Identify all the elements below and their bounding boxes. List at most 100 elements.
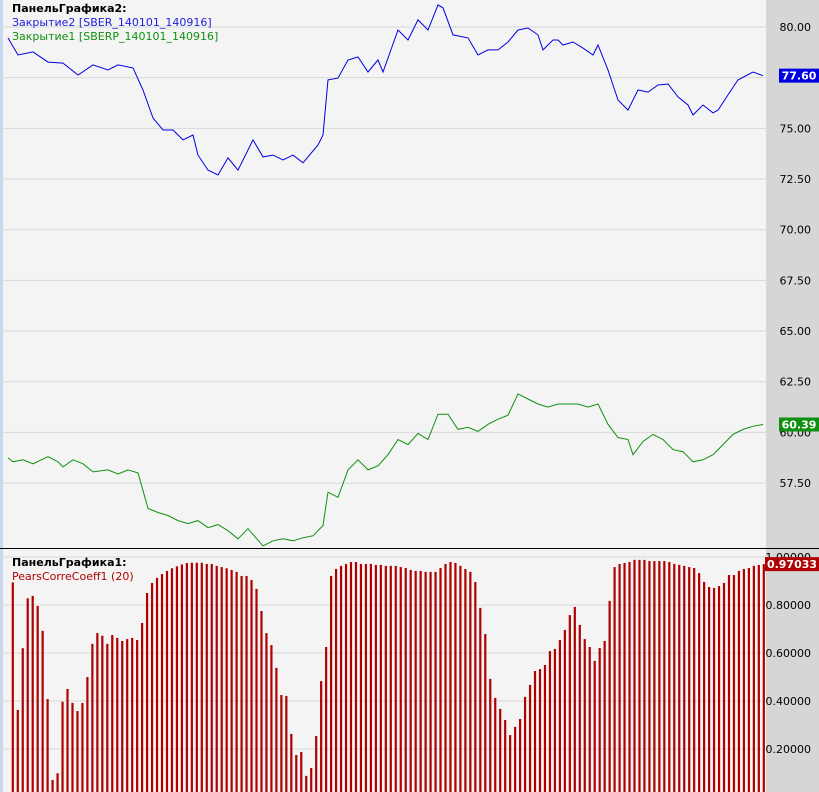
correlation-bar	[484, 634, 487, 792]
correlation-bar	[623, 563, 626, 792]
correlation-bar	[136, 640, 139, 792]
correlation-bar	[688, 567, 691, 792]
correlation-bar	[106, 643, 109, 792]
correlation-bar	[369, 563, 372, 792]
correlation-bar	[678, 564, 681, 792]
last-value-text: 0.97033	[767, 558, 817, 571]
correlation-bar	[518, 719, 522, 792]
correlation-bar	[752, 565, 755, 792]
correlation-bar	[285, 695, 288, 792]
correlation-bar	[126, 639, 129, 792]
correlation-bar	[722, 582, 726, 792]
correlation-bar	[469, 571, 472, 792]
correlation-bar	[334, 569, 338, 792]
correlation-bar	[379, 564, 382, 792]
correlation-bar	[747, 568, 750, 792]
correlation-bar	[245, 575, 248, 792]
y-tick-label: 62.50	[780, 376, 812, 389]
correlation-bar	[230, 569, 233, 792]
correlation-bar	[141, 623, 144, 792]
correlation-bar	[265, 633, 268, 792]
correlation-bar	[553, 648, 557, 792]
correlation-bar	[588, 647, 591, 792]
top-panel-title: ПанельГрафика2:	[12, 2, 127, 15]
y-tick-label: 65.00	[780, 325, 812, 338]
correlation-bar	[653, 561, 656, 792]
correlation-bar	[523, 696, 527, 792]
correlation-bar	[703, 581, 706, 792]
correlation-bar	[683, 565, 686, 792]
correlation-bar	[215, 565, 218, 792]
correlation-bar	[439, 568, 442, 792]
correlation-bar	[499, 708, 502, 792]
correlation-bar	[404, 568, 407, 792]
correlation-bar	[26, 598, 29, 792]
correlation-bar	[568, 615, 571, 792]
y-tick-label: 0.80000	[766, 599, 812, 612]
legend-sberp[interactable]: Закрытие1 [SBERP_140101_140916]	[12, 30, 218, 43]
correlation-bar	[51, 779, 54, 792]
correlation-bar	[459, 565, 462, 792]
correlation-bar	[56, 773, 59, 792]
correlation-bar	[514, 726, 517, 792]
correlation-bar	[364, 563, 368, 792]
correlation-bar	[255, 588, 258, 792]
correlation-bar	[41, 630, 44, 792]
legend-sber[interactable]: Закрытие2 [SBER_140101_140916]	[12, 16, 212, 29]
correlation-bar	[101, 635, 104, 792]
correlation-bar	[310, 767, 313, 792]
correlation-bar	[325, 647, 328, 792]
y-tick-label: 75.00	[780, 122, 812, 135]
correlation-bar	[344, 563, 348, 792]
correlation-bar	[31, 595, 34, 792]
legend-pearson[interactable]: PearsCorreCoeff1 (20)	[12, 570, 134, 583]
price-axis-background[interactable]	[766, 0, 819, 792]
correlation-bar	[613, 567, 616, 792]
correlation-bar	[757, 564, 760, 792]
bottom-panel-title: ПанельГрафика1:	[12, 556, 127, 569]
correlation-bar	[131, 637, 134, 792]
correlation-bar	[86, 677, 89, 792]
correlation-bar	[111, 635, 114, 792]
correlation-bar	[305, 775, 308, 792]
last-value-text: 77.60	[782, 70, 817, 83]
correlation-bar	[717, 586, 721, 792]
correlation-bar	[195, 562, 198, 792]
correlation-bar	[339, 565, 343, 792]
correlation-bar	[563, 629, 566, 792]
correlation-bar	[175, 566, 179, 792]
correlation-bar	[424, 571, 427, 792]
correlation-bar	[220, 567, 223, 792]
correlation-bar	[668, 562, 671, 792]
correlation-bar	[464, 569, 467, 792]
correlation-bar	[643, 559, 646, 792]
correlation-bar	[91, 643, 94, 792]
correlation-bar	[578, 624, 581, 792]
correlation-bar	[638, 559, 641, 792]
correlation-bar	[354, 562, 358, 792]
correlation-bar	[394, 565, 397, 792]
y-tick-label: 0.40000	[766, 695, 812, 708]
y-tick-label: 57.50	[780, 477, 812, 490]
correlation-bar	[46, 699, 49, 792]
correlation-bar	[693, 568, 696, 792]
correlation-bar	[145, 593, 149, 792]
correlation-bar	[663, 561, 666, 792]
correlation-bar	[528, 684, 532, 792]
correlation-bar	[593, 660, 596, 792]
y-tick-label: 0.60000	[766, 647, 812, 660]
correlation-bar	[185, 563, 188, 792]
correlation-bar	[707, 587, 711, 792]
correlation-bar	[737, 570, 741, 792]
correlation-bar	[384, 565, 387, 792]
correlation-bar	[538, 669, 542, 792]
correlation-bar	[66, 689, 69, 792]
correlation-bar	[429, 571, 432, 792]
correlation-bar	[454, 563, 457, 792]
correlation-bar	[444, 563, 447, 792]
correlation-bar	[280, 695, 283, 792]
left-edge	[0, 0, 3, 792]
correlation-bar	[170, 568, 174, 792]
correlation-bar	[270, 645, 273, 792]
correlation-bar	[315, 736, 318, 792]
